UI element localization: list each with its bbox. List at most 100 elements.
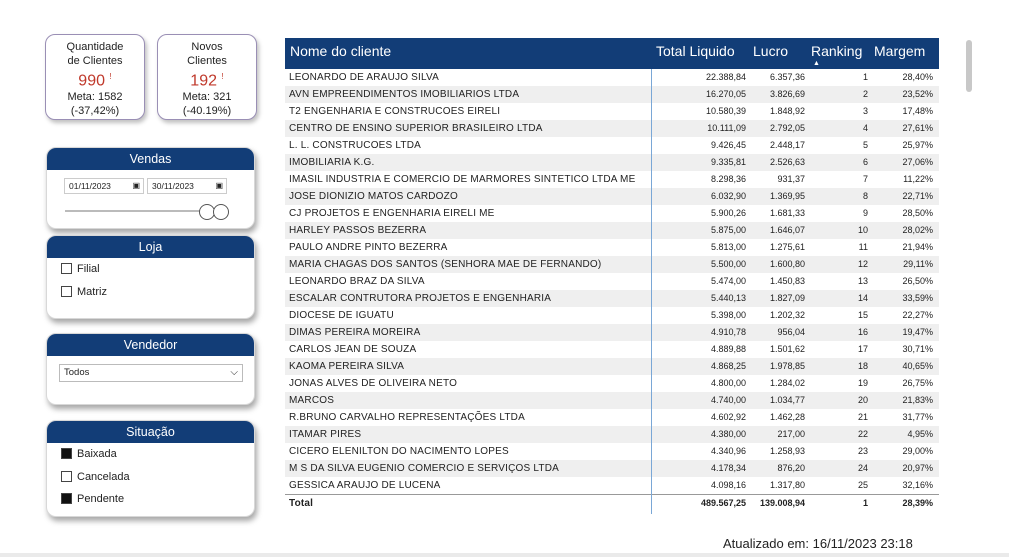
table-cell: 4 [862,123,868,133]
table-cell: 1.600,80 [769,259,805,269]
table-cell: 876,20 [777,463,805,473]
checkbox-checked[interactable] [61,448,72,459]
table-cell: 14 [857,293,868,303]
vendedor-slicer: Vendedor Todos ⌵ [46,333,255,405]
sort-ascending-icon[interactable]: ▲ [813,60,820,67]
option-pendente[interactable]: Pendente [61,493,124,507]
checkbox[interactable] [61,263,72,274]
table-row[interactable]: DIOCESE DE IGUATU 5.398,00 1.202,32 15 22,27… [285,307,939,324]
table-cell: 18 [857,361,868,371]
table-cell: 4.868,25 [710,361,746,371]
table-cell: 1.258,93 [769,446,805,456]
calendar-icon[interactable]: ▣ [132,179,140,193]
table-cell: 1.646,07 [769,225,805,235]
table-row[interactable]: HARLEY PASSOS BEZERRA 5.875,00 1.646,07 10 2… [285,222,939,239]
table-cell: ITAMAR PIRES [289,429,362,440]
table-row[interactable]: IMOBILIARIA K.G. 9.335,81 2.526,63 6 27,06% [285,154,939,171]
table-cell: CICERO ELENILTON DO NACIMENTO LOPES [289,446,509,457]
loja-title: Loja [47,236,254,258]
checkbox[interactable] [61,471,72,482]
table-row[interactable]: AVN EMPREENDIMENTOS IMOBILIARIOS LTDA 16.… [285,86,939,103]
table-cell: AVN EMPREENDIMENTOS IMOBILIARIOS LTDA [289,89,520,100]
table-cell: 9.335,81 [710,157,746,167]
table-row[interactable]: IMASIL INDUSTRIA E COMERCIO DE MARMORES … [285,171,939,188]
table-cell: 6.032,90 [710,191,746,201]
table-cell: 931,37 [777,174,805,184]
table-cell: 12 [857,259,868,269]
table-row[interactable]: MARCOS 4.740,00 1.034,77 20 21,83% [285,392,939,409]
col-total-liquido[interactable]: Total Liquido [656,43,735,59]
table-cell: 5.474,00 [710,276,746,286]
table-cell: 27,61% [902,123,933,133]
column-divider [651,69,652,514]
table-row[interactable]: PAULO ANDRE PINTO BEZERRA 5.813,00 1.275,6… [285,239,939,256]
table-cell: 217,00 [777,429,805,439]
table-cell: MARIA CHAGAS DOS SANTOS (SENHORA MAE DE … [289,259,602,270]
col-lucro[interactable]: Lucro [753,43,788,59]
vendas-slicer: Vendas 01/11/2023 ▣ 30/11/2023 ▣ [46,147,255,229]
table-cell: 29,00% [902,446,933,456]
table-cell: 20 [857,395,868,405]
table-cell: 1.369,95 [769,191,805,201]
date-start-input[interactable]: 01/11/2023 ▣ [64,178,144,194]
table-cell: 4.889,88 [710,344,746,354]
scrollbar-thumb[interactable] [966,40,972,92]
table-row[interactable]: CENTRO DE ENSINO SUPERIOR BRASILEIRO LTD… [285,120,939,137]
kpi-value: 192 ! [190,72,224,90]
table-cell: 1.284,02 [769,378,805,388]
table-row[interactable]: L. L. CONSTRUCOES LTDA 9.426,45 2.448,17 5 2… [285,137,939,154]
option-matriz[interactable]: Matriz [61,286,107,300]
table-row[interactable]: CJ PROJETOS E ENGENHARIA EIRELI ME 5.900,… [285,205,939,222]
table-row[interactable]: MARIA CHAGAS DOS SANTOS (SENHORA MAE DE … [285,256,939,273]
table-cell: 9 [862,208,868,218]
table-total-row: Total 489.567,25 139.008,94 1 28,39% [285,494,939,511]
table-row[interactable]: R.BRUNO CARVALHO REPRESENTAÇÕES LTDA 4.60… [285,409,939,426]
table-row[interactable]: KAOMA PEREIRA SILVA 4.868,25 1.978,85 18 40,… [285,358,939,375]
table-row[interactable]: DIMAS PEREIRA MOREIRA 4.910,78 956,04 16 19,… [285,324,939,341]
table-cell: 9.426,45 [710,140,746,150]
slider-handle-end[interactable] [213,204,229,220]
chevron-down-icon[interactable]: ⌵ [230,365,238,381]
table-row[interactable]: T2 ENGENHARIA E CONSTRUCOES EIRELI 10.580… [285,103,939,120]
table-row[interactable]: JONAS ALVES DE OLIVEIRA NETO 4.800,00 1.28… [285,375,939,392]
col-nome[interactable]: Nome do cliente [290,43,391,59]
calendar-icon[interactable]: ▣ [215,179,223,193]
date-end-input[interactable]: 30/11/2023 ▣ [147,178,227,194]
kpi-value: 990 ! [78,72,112,90]
table-cell: 4.800,00 [710,378,746,388]
table-cell: 22,27% [902,310,933,320]
table-cell: 11 [858,242,868,252]
checkbox[interactable] [61,286,72,297]
kpi-meta: Meta: 1582 [67,91,123,104]
vendedor-dropdown[interactable]: Todos ⌵ [59,364,243,382]
table-cell: 1 [862,72,868,82]
table-row[interactable]: M S DA SILVA EUGENIO COMERCIO E SERVIÇOS… [285,460,939,477]
table-row[interactable]: ITAMAR PIRES 4.380,00 217,00 22 4,95% [285,426,939,443]
table-cell: 10.580,39 [705,106,746,116]
table-cell: 956,04 [777,327,805,337]
checkbox-checked[interactable] [61,493,72,504]
table-row[interactable]: LEONARDO DE ARAUJO SILVA 22.388,84 6.357,3… [285,69,939,86]
table-row[interactable]: CARLOS JEAN DE SOUZA 4.889,88 1.501,62 17 30… [285,341,939,358]
option-baixada[interactable]: Baixada [61,448,117,462]
table-row[interactable]: GESSICA ARAUJO DE LUCENA 4.098,16 1.317,80… [285,477,939,494]
table-cell: 27,06% [902,157,933,167]
table-cell: 21,94% [902,242,933,252]
clients-table: Nome do cliente Total Liquido Lucro Rank… [285,38,939,514]
kpi-title-line1: Quantidade [66,41,124,53]
table-cell: 1.462,28 [769,412,805,422]
table-cell: HARLEY PASSOS BEZERRA [289,225,427,236]
option-cancelada[interactable]: Cancelada [61,471,130,485]
table-row[interactable]: ESCALAR CONTRUTORA PROJETOS E ENGENHARIA… [285,290,939,307]
option-filial[interactable]: Filial [61,263,100,277]
col-ranking[interactable]: Ranking [811,43,862,59]
table-cell: 17 [857,344,868,354]
kpi-title-line2: de Clientes [67,55,123,67]
col-margem[interactable]: Margem [874,43,925,59]
table-cell: 31,77% [902,412,933,422]
table-row[interactable]: LEONARDO BRAZ DA SILVA 5.474,00 1.450,83 13… [285,273,939,290]
table-row[interactable]: CICERO ELENILTON DO NACIMENTO LOPES 4.340… [285,443,939,460]
table-row[interactable]: JOSE DIONIZIO MATOS CARDOZO 6.032,90 1.369… [285,188,939,205]
kpi-title-line2: Clientes [187,55,227,67]
table-cell: 1.317,80 [769,480,805,490]
